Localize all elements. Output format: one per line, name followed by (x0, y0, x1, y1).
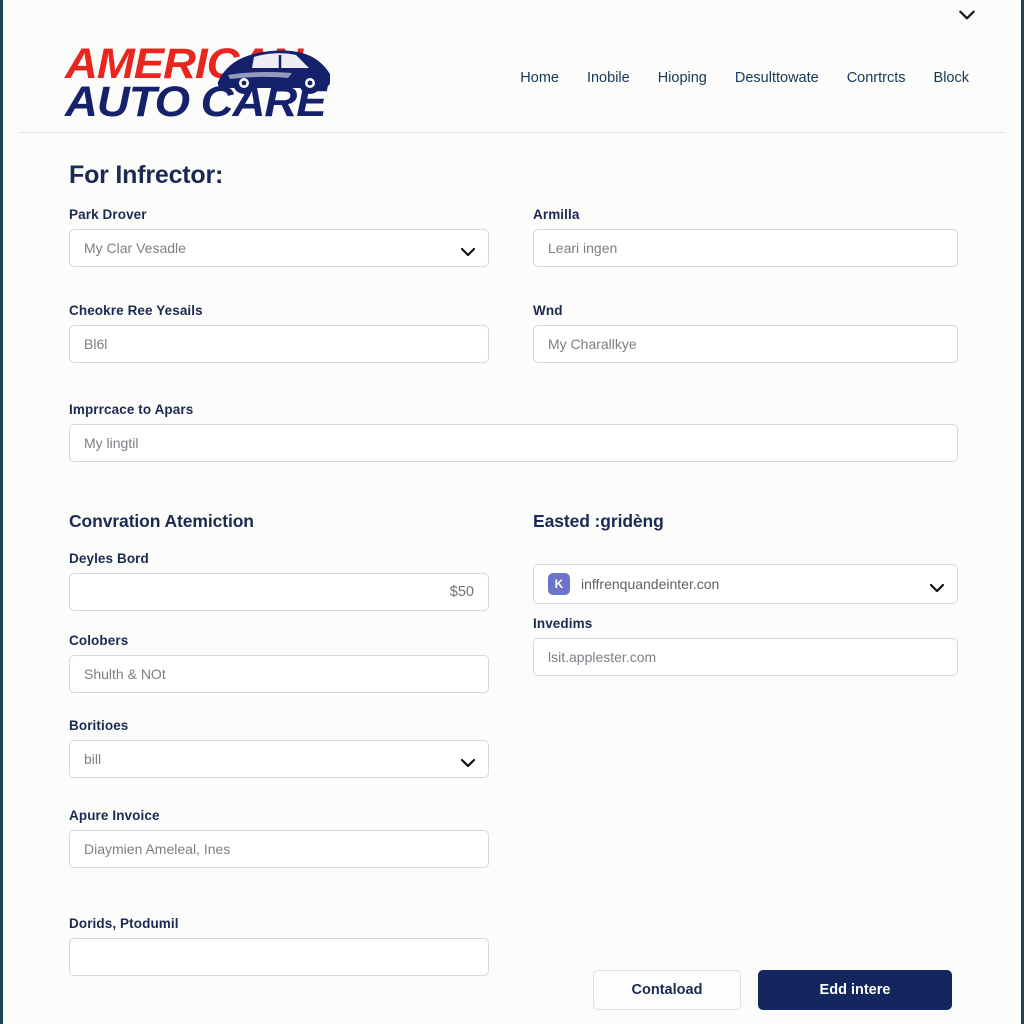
site-header: AMERICAN AUTO CARE Home Inobile Hioping … (3, 24, 1021, 132)
contaload-button[interactable]: Contaload (593, 970, 741, 1010)
form-area: For Infrector: Park Drover My Clar Vesad… (3, 133, 1021, 1024)
field-label-boritioes: Boritioes (69, 718, 129, 733)
field-boritioes: Boritioes bill (69, 718, 489, 778)
field-label-imprrcace: Imprrcace to Apars (69, 402, 194, 417)
nav-item-hioping[interactable]: Hioping (658, 70, 707, 86)
field-wnd: Wnd My Charallkye (533, 303, 958, 363)
imprrcace-input[interactable]: My lingtil (69, 424, 958, 462)
field-invedims: Invedims lsit.applester.com (533, 616, 958, 676)
field-label-wnd: Wnd (533, 303, 563, 318)
chevron-down-icon (929, 580, 945, 593)
logo[interactable]: AMERICAN AUTO CARE (65, 30, 355, 126)
deyles-bord-value: $50 (449, 584, 474, 600)
app-window: AMERICAN AUTO CARE Home Inobile Hioping … (0, 0, 1024, 1024)
car-icon (210, 42, 335, 100)
field-label-cheokre: Cheokre Ree Yesails (69, 303, 203, 318)
form-actions: Contaload Edd intere (593, 970, 952, 1010)
field-imprrcace-to-apars: Imprrcace to Apars My lingtil (69, 402, 958, 462)
field-cheokre-ree-yesails: Cheokre Ree Yesails Bl6l (69, 303, 489, 363)
section-title-easted: Easted :gridèng (533, 511, 664, 531)
field-armilla: Armilla Leari ingen (533, 207, 958, 267)
field-label-colobers: Colobers (69, 633, 129, 648)
deyles-bord-input[interactable]: $50 (69, 573, 489, 611)
field-label-park-drover: Park Drover (69, 207, 147, 222)
chevron-down-icon (460, 755, 476, 768)
field-label-dorids: Dorids, Ptodumil (69, 916, 179, 931)
main-navigation: Home Inobile Hioping Desulttowate Conrtr… (520, 70, 969, 86)
page-title: For Infrector: (69, 161, 224, 189)
field-label-invedims: Invedims (533, 616, 593, 631)
cheokre-input[interactable]: Bl6l (69, 325, 489, 363)
armilla-value: Leari ingen (548, 240, 618, 256)
field-dorids-ptodumil: Dorids, Ptodumil (69, 916, 489, 976)
invedims-input[interactable]: lsit.applester.com (533, 638, 958, 676)
colobers-value: Shulth & NOt (84, 666, 166, 682)
apure-invoice-input[interactable]: Diaymien Ameleal, Ines (69, 830, 489, 868)
edd-intere-button[interactable]: Edd intere (758, 970, 952, 1010)
dorids-input[interactable] (69, 938, 489, 976)
field-deyles-bord: Deyles Bord $50 (69, 551, 489, 611)
nav-item-inobile[interactable]: Inobile (587, 70, 630, 86)
kappa-badge-icon: K (548, 573, 570, 595)
colobers-input[interactable]: Shulth & NOt (69, 655, 489, 693)
section-title-convration: Convration Atemiction (69, 511, 254, 531)
imprrcace-value: My lingtil (84, 435, 139, 451)
cheokre-value: Bl6l (84, 336, 108, 352)
nav-item-desulttowate[interactable]: Desulttowate (735, 70, 819, 86)
field-label-deyles-bord: Deyles Bord (69, 551, 149, 566)
field-colobers: Colobers Shulth & NOt (69, 633, 489, 693)
chevron-down-icon (460, 244, 476, 257)
easted-select[interactable]: K inffrenquandeinter.con (533, 564, 958, 604)
wnd-input[interactable]: My Charallkye (533, 325, 958, 363)
field-label-armilla: Armilla (533, 207, 580, 222)
nav-item-block[interactable]: Block (934, 70, 969, 86)
topbar (3, 0, 1021, 24)
wnd-value: My Charallkye (548, 336, 637, 352)
field-label-apure-invoice: Apure Invoice (69, 808, 160, 823)
park-drover-value: My Clar Vesadle (84, 240, 186, 256)
easted-select-value: inffrenquandeinter.con (581, 576, 720, 592)
boritioes-value: bill (84, 751, 102, 767)
armilla-input[interactable]: Leari ingen (533, 229, 958, 267)
nav-item-conrtrcts[interactable]: Conrtrcts (847, 70, 906, 86)
field-apure-invoice: Apure Invoice Diaymien Ameleal, Ines (69, 808, 489, 868)
nav-item-home[interactable]: Home (520, 70, 559, 86)
field-easted-select: K inffrenquandeinter.con (533, 564, 958, 604)
chevron-down-icon[interactable] (959, 7, 975, 20)
field-park-drover: Park Drover My Clar Vesadle (69, 207, 489, 267)
boritioes-select[interactable]: bill (69, 740, 489, 778)
apure-invoice-value: Diaymien Ameleal, Ines (84, 841, 231, 857)
park-drover-select[interactable]: My Clar Vesadle (69, 229, 489, 267)
invedims-value: lsit.applester.com (548, 649, 657, 665)
